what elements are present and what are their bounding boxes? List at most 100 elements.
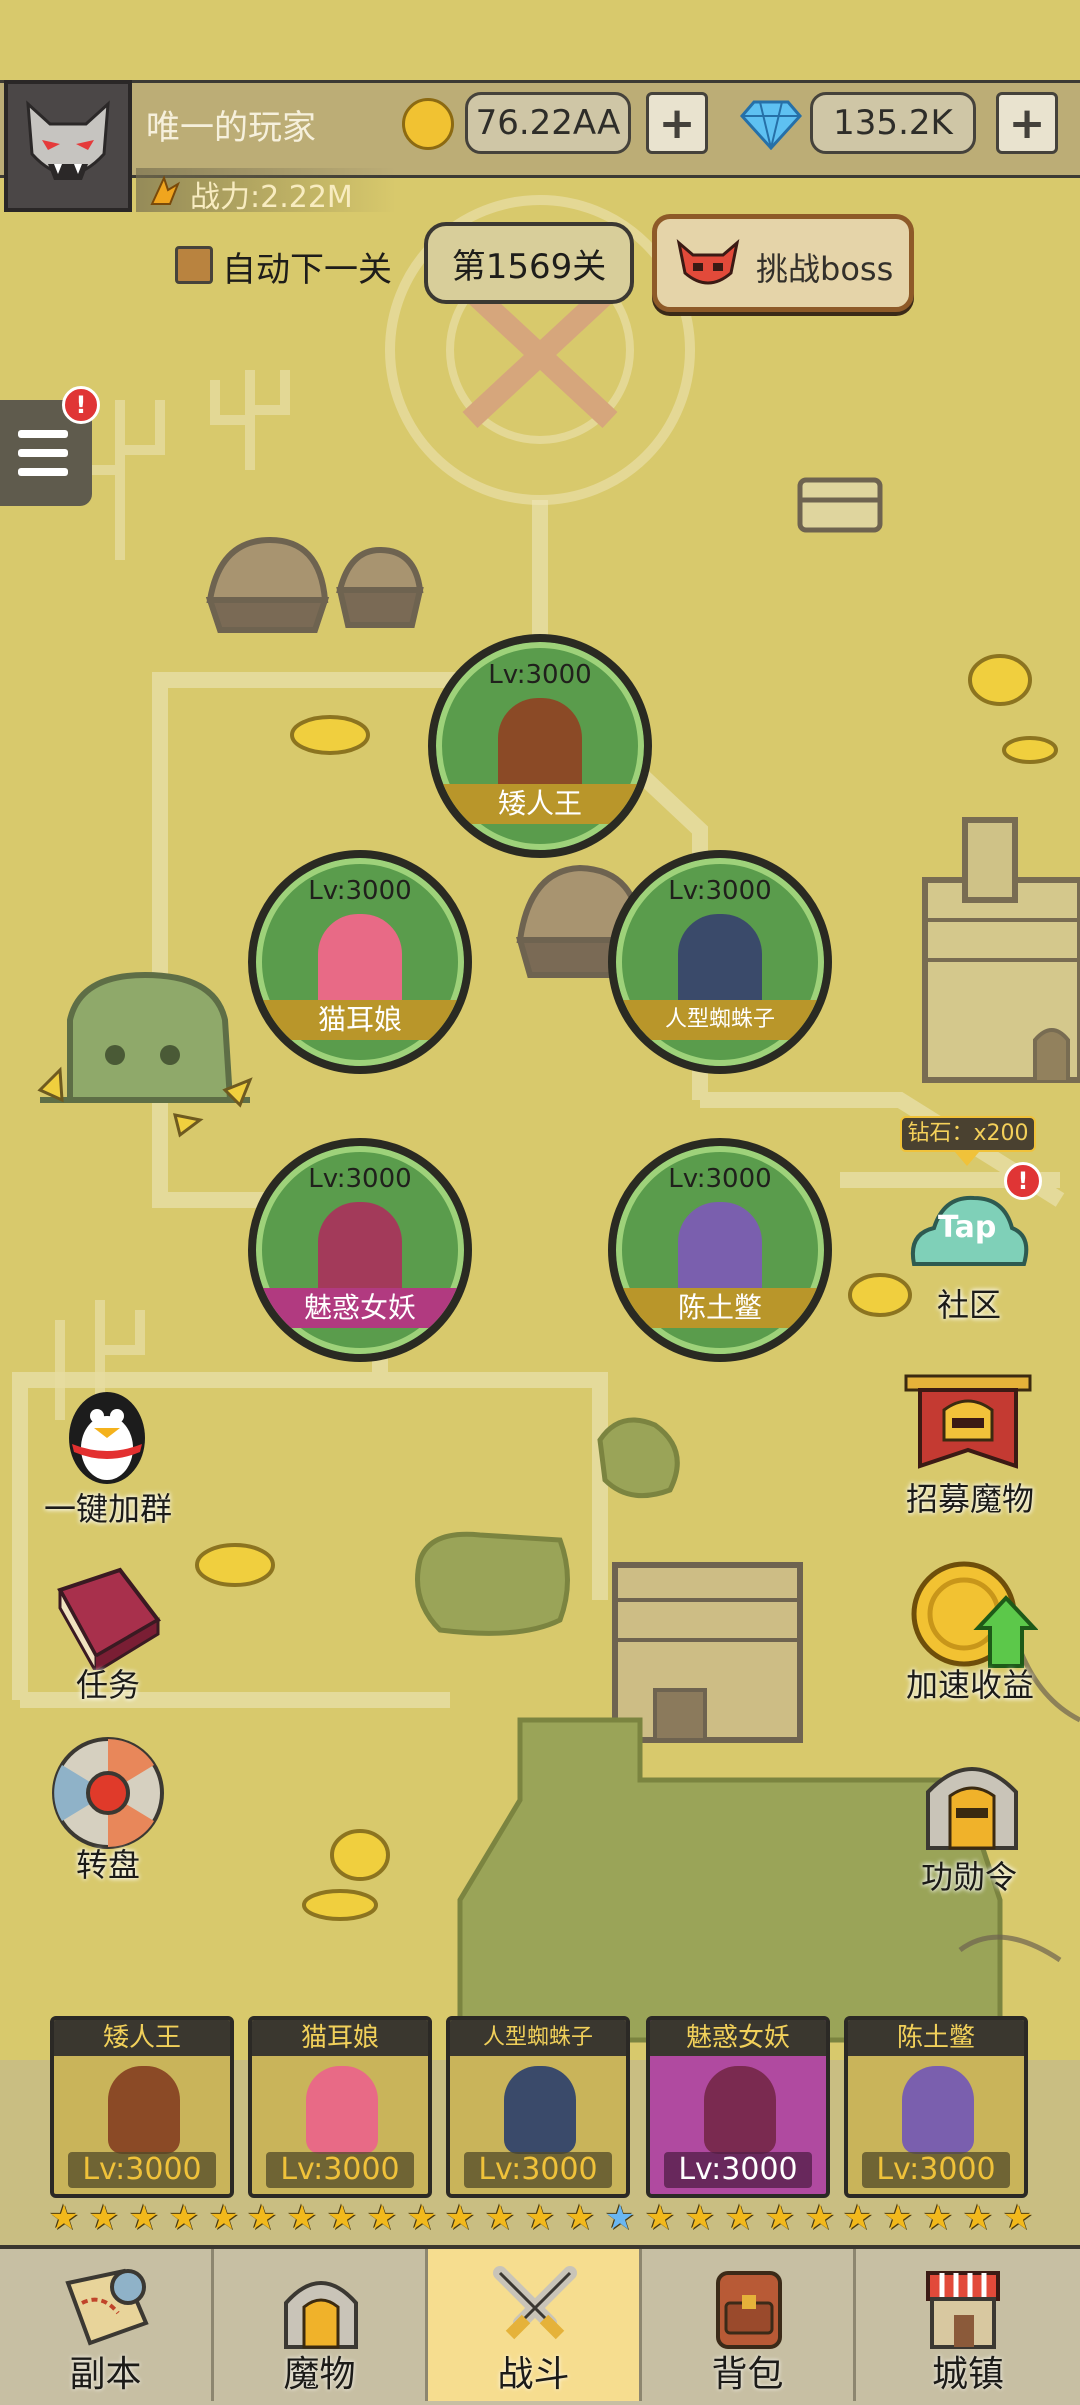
community-button[interactable]: Tap — [904, 1184, 1034, 1280]
nav-battle[interactable]: 战斗 — [428, 2249, 642, 2401]
star-icon: ★ — [168, 2198, 200, 2238]
nav-label: 副本 — [69, 2354, 142, 2395]
star-icon: ★ — [644, 2198, 676, 2238]
coin-arrow-icon — [911, 1561, 1039, 1668]
nav-town[interactable]: 城镇 — [856, 2249, 1080, 2401]
star-icon: ★ — [286, 2198, 318, 2238]
star-icon: ★ — [246, 2198, 278, 2238]
roster-card-cat-girl[interactable]: 猫耳娘 Lv:3000 — [248, 2016, 432, 2198]
roster-card-succubus[interactable]: 魅惑女妖 Lv:3000 — [646, 2016, 830, 2198]
star-icon: ★ — [962, 2198, 994, 2238]
card-name: 人型蜘蛛子 — [450, 2020, 626, 2056]
star-icon: ★ — [764, 2198, 796, 2238]
star-icon: ★ — [88, 2198, 120, 2238]
challenge-boss-label: 挑战boss — [756, 250, 894, 288]
add-gems-button[interactable]: + — [996, 92, 1058, 154]
gem-amount: 135.2K — [810, 92, 976, 154]
card-name: 矮人王 — [54, 2020, 230, 2056]
hero-slot-spider-girl[interactable]: Lv:3000 人型蜘蛛子 — [608, 850, 832, 1074]
speed-income-button[interactable] — [908, 1558, 1039, 1668]
penguin-icon — [69, 1392, 145, 1484]
add-gold-button[interactable]: + — [646, 92, 708, 154]
hero-slot-dwarf-king[interactable]: Lv:3000 矮人王 — [428, 634, 652, 858]
recruit-monster-label: 招募魔物 — [905, 1480, 1034, 1518]
player-avatar[interactable] — [4, 80, 132, 212]
hero-level: Lv:3000 — [488, 660, 592, 690]
helmet-icon — [284, 2281, 358, 2349]
menu-alert-badge: ! — [62, 386, 100, 424]
current-stage: 第1569关 — [424, 222, 634, 304]
merit-button[interactable] — [914, 1752, 1030, 1862]
wheel-button[interactable] — [50, 1735, 166, 1851]
card-name: 猫耳娘 — [252, 2020, 428, 2056]
hero-name: 人型蜘蛛子 — [616, 1000, 824, 1040]
recruit-monster-button[interactable] — [900, 1370, 1036, 1480]
wheel-label: 转盘 — [75, 1846, 140, 1884]
cat-girl-portrait — [306, 2066, 378, 2154]
stars-cat-girl: ★ ★ ★ ★ ★ — [242, 2198, 442, 2238]
hero-slot-chen-tubie[interactable]: Lv:3000 陈土鳖 — [608, 1138, 832, 1362]
hero-name: 猫耳娘 — [256, 1000, 464, 1040]
menu-icon — [18, 430, 68, 438]
blue-star-icon: ★ — [604, 2198, 636, 2238]
star-icon: ★ — [842, 2198, 874, 2238]
card-level: Lv:3000 — [464, 2152, 612, 2188]
boss-skull-icon — [676, 239, 740, 285]
auto-next-checkbox[interactable] — [175, 246, 213, 284]
community-label: 社区 — [936, 1286, 1001, 1324]
roster-card-spider-girl[interactable]: 人型蜘蛛子 Lv:3000 — [446, 2016, 630, 2198]
hero-level: Lv:3000 — [668, 876, 772, 906]
roster-card-chen-tubie[interactable]: 陈土鳖 Lv:3000 — [844, 2016, 1028, 2198]
tasks-button[interactable] — [50, 1560, 166, 1678]
nav-label: 魔物 — [283, 2354, 356, 2395]
nav-backpack[interactable]: 背包 — [642, 2249, 856, 2401]
card-level: Lv:3000 — [266, 2152, 414, 2188]
wooden-hut — [612, 1562, 803, 1743]
tooltip-arrow — [955, 1152, 979, 1166]
dwarf-king-portrait — [108, 2066, 180, 2154]
chest-outline — [797, 477, 883, 533]
merit-label: 功勋令 — [920, 1858, 1017, 1896]
star-icon: ★ — [208, 2198, 240, 2238]
stars-spider-girl: ★ ★ ★ ★ ★ — [440, 2198, 640, 2238]
diamond-reward-tooltip: 钻石：x200 — [900, 1116, 1036, 1152]
star-icon: ★ — [564, 2198, 596, 2238]
tasks-label: 任务 — [75, 1666, 140, 1704]
tap-label: Tap — [938, 1210, 997, 1245]
gold-coin-icon — [402, 98, 454, 150]
roster-card-dwarf-king[interactable]: 矮人王 Lv:3000 — [50, 2016, 234, 2198]
hero-level: Lv:3000 — [308, 1164, 412, 1194]
hero-slot-cat-girl[interactable]: Lv:3000 猫耳娘 — [248, 850, 472, 1074]
star-icon: ★ — [484, 2198, 516, 2238]
diamond-icon — [740, 100, 802, 150]
nav-monsters[interactable]: 魔物 — [214, 2249, 428, 2401]
nav-label: 背包 — [711, 2354, 784, 2395]
hero-level: Lv:3000 — [308, 876, 412, 906]
hero-slot-succubus[interactable]: Lv:3000 魅惑女妖 — [248, 1138, 472, 1362]
chen-tubie-portrait — [902, 2066, 974, 2154]
banner-helmet-icon — [904, 1374, 1032, 1469]
knight-helmet-icon — [926, 1767, 1018, 1850]
star-icon: ★ — [326, 2198, 358, 2238]
auto-next-label: 自动下一关 — [222, 250, 392, 290]
stars-succubus: ★ ★ ★ ★ ★ — [640, 2198, 840, 2238]
star-icon: ★ — [1002, 2198, 1034, 2238]
power-icon — [150, 175, 181, 205]
hero-name: 魅惑女妖 — [256, 1288, 464, 1328]
player-name: 唯一的玩家 — [146, 108, 316, 148]
succubus-portrait — [704, 2066, 776, 2154]
nav-dungeon[interactable]: 副本 — [0, 2249, 214, 2401]
card-name: 陈土鳖 — [848, 2020, 1024, 2056]
star-icon: ★ — [444, 2198, 476, 2238]
star-icon: ★ — [128, 2198, 160, 2238]
join-group-button[interactable] — [52, 1378, 162, 1488]
speed-income-label: 加速收益 — [905, 1666, 1034, 1704]
book-icon — [57, 1567, 161, 1678]
star-icon: ★ — [48, 2198, 80, 2238]
card-level: Lv:3000 — [68, 2152, 216, 2188]
hero-name: 陈土鳖 — [616, 1288, 824, 1328]
shop-building-icon — [926, 2271, 1000, 2349]
stars-dwarf-king: ★ ★ ★ ★ ★ — [44, 2198, 244, 2238]
stars-chen-tubie: ★ ★ ★ ★ ★ — [838, 2198, 1038, 2238]
gold-amount: 76.22AA — [465, 92, 631, 154]
